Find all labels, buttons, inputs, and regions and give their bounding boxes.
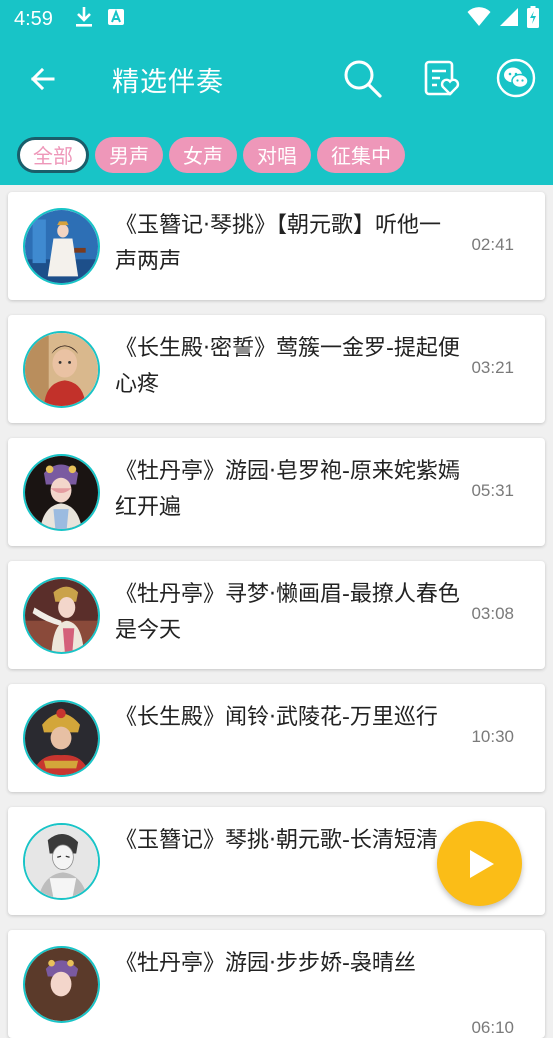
song-title: 《玉簪记》琴挑·朝元歌-长清短清: [115, 828, 438, 853]
song-item[interactable]: 《玉簪记·琴挑》【朝元歌】听他一声两声 02:41: [8, 192, 545, 300]
song-duration: 02:41: [471, 235, 514, 254]
song-item[interactable]: 《牡丹亭》游园·步步娇-袅晴丝 06:10: [8, 930, 545, 1038]
song-item[interactable]: 《长生殿·密誓》莺簇一金罗-提起便心疼 03:21: [8, 315, 545, 423]
wechat-icon: [496, 58, 536, 98]
song-duration: 06:10: [471, 1018, 514, 1037]
notification-a-icon: [107, 8, 125, 30]
song-duration: 03:08: [471, 604, 514, 623]
arrow-left-icon: [30, 67, 55, 91]
tab-duet[interactable]: 对唱: [243, 136, 311, 173]
tab-all[interactable]: 全部: [17, 136, 89, 173]
song-cover-image: [23, 577, 100, 654]
song-cover-image: [23, 823, 100, 900]
search-icon: [344, 60, 382, 98]
app-bar: 精选伴奏: [0, 38, 553, 124]
wechat-button[interactable]: [496, 58, 536, 98]
song-cover-image: [23, 331, 100, 408]
song-cover-image: [23, 454, 100, 531]
song-title: 《牡丹亭》寻梦·懒画眉-最撩人春色是今天: [115, 582, 460, 643]
song-duration: 10:30: [471, 727, 514, 746]
song-item[interactable]: 《牡丹亭》寻梦·懒画眉-最撩人春色是今天 03:08: [8, 561, 545, 669]
favorites-button[interactable]: [422, 58, 462, 98]
song-title: 《长生殿·密誓》莺簇一金罗-提起便心疼: [115, 336, 460, 397]
search-button[interactable]: [342, 58, 382, 98]
filter-tabs: 全部 男声 女声 对唱 征集中: [0, 124, 553, 185]
cell-signal-icon: [499, 7, 519, 31]
song-title: 《牡丹亭》游园·步步娇-袅晴丝: [115, 951, 416, 976]
song-cover-image: [23, 946, 100, 1023]
song-item[interactable]: 《长生殿》闻铃·武陵花-万里巡行 10:30: [8, 684, 545, 792]
song-title: 《玉簪记·琴挑》【朝元歌】听他一声两声: [115, 213, 441, 274]
status-time: 4:59: [14, 7, 53, 30]
song-duration: 03:21: [471, 358, 514, 377]
play-icon: [470, 850, 494, 878]
song-cover-image: [23, 700, 100, 777]
wifi-icon: [467, 7, 491, 31]
back-button[interactable]: [26, 62, 60, 96]
battery-icon: [527, 6, 539, 32]
play-all-button[interactable]: [437, 821, 522, 906]
tab-collecting[interactable]: 征集中: [317, 136, 405, 173]
tab-male[interactable]: 男声: [95, 136, 163, 173]
song-title: 《牡丹亭》游园·皂罗袍-原来姹紫嫣红开遍: [115, 459, 460, 520]
page-title: 精选伴奏: [112, 67, 224, 98]
song-duration: 05:31: [471, 481, 514, 500]
song-cover-image: [23, 208, 100, 285]
song-item[interactable]: 《牡丹亭》游园·皂罗袍-原来姹紫嫣红开遍 05:31: [8, 438, 545, 546]
song-title: 《长生殿》闻铃·武陵花-万里巡行: [115, 705, 438, 730]
status-bar: 4:59: [0, 0, 553, 38]
tab-female[interactable]: 女声: [169, 136, 237, 173]
favorites-icon: [424, 60, 460, 96]
download-icon: [75, 6, 93, 32]
